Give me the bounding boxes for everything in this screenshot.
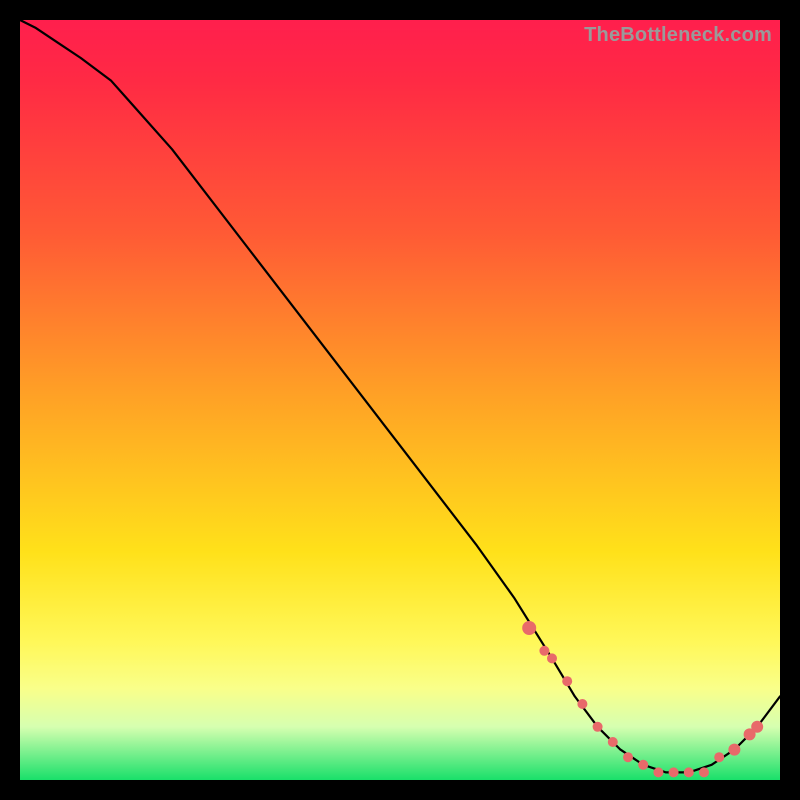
marker-dot: [751, 721, 763, 733]
marker-dot: [684, 767, 694, 777]
marker-dot: [699, 767, 709, 777]
marker-dot: [547, 653, 557, 663]
marker-dot: [638, 760, 648, 770]
chart-stage: TheBottleneck.com: [0, 0, 800, 800]
marker-dot: [728, 744, 740, 756]
marker-dot: [539, 646, 549, 656]
marker-dot: [714, 752, 724, 762]
marker-dot: [593, 722, 603, 732]
marker-dot: [669, 767, 679, 777]
bottleneck-curve: [20, 20, 780, 772]
curve-svg: [20, 20, 780, 780]
marker-dot: [653, 767, 663, 777]
marker-dot: [623, 752, 633, 762]
marker-dot: [522, 621, 536, 635]
plot-area: TheBottleneck.com: [20, 20, 780, 780]
marker-dot: [608, 737, 618, 747]
marker-dot: [577, 699, 587, 709]
marker-dot: [562, 676, 572, 686]
